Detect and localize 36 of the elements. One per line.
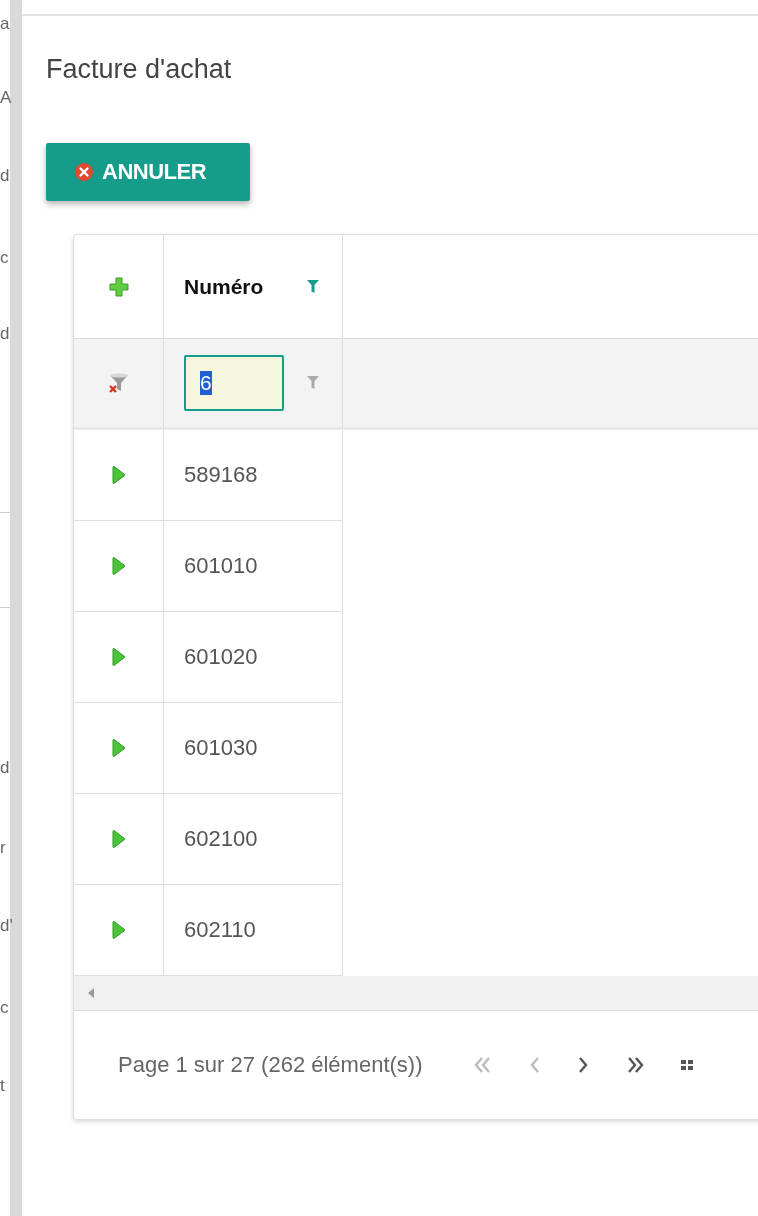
background-text: c (0, 248, 10, 268)
pager-summary: Page 1 sur 27 (262 élément(s)) (118, 1052, 423, 1078)
table-cell: 602100 (184, 826, 258, 852)
horizontal-scrollbar[interactable] (74, 976, 758, 1011)
table-cell: 589168 (184, 462, 258, 488)
column-header[interactable]: Numéro (184, 274, 264, 299)
scroll-left-icon[interactable] (88, 988, 94, 998)
background-text: t (0, 1076, 6, 1096)
background-text: r (0, 838, 7, 858)
background-text: A (0, 88, 10, 108)
close-icon (74, 162, 94, 182)
next-page-icon[interactable] (576, 1056, 589, 1074)
background-text: a (0, 14, 10, 34)
play-icon[interactable] (110, 919, 127, 941)
filter-icon[interactable] (306, 375, 320, 391)
cancel-button[interactable]: ANNULER (46, 143, 250, 201)
table-cell: 601030 (184, 735, 258, 761)
add-icon[interactable] (108, 276, 129, 297)
background-text: d (0, 166, 10, 186)
play-icon[interactable] (110, 646, 127, 668)
background-text: d (0, 758, 10, 778)
background-text: c (0, 998, 10, 1018)
clear-filter-icon[interactable] (106, 371, 131, 395)
filter-icon[interactable] (306, 278, 320, 295)
filter-field[interactable]: 6 (184, 355, 284, 411)
table-cell: 601010 (184, 553, 258, 579)
table-cell: 601020 (184, 644, 258, 670)
play-icon[interactable] (110, 828, 127, 850)
play-icon[interactable] (110, 555, 127, 577)
dialog-title: Facture d'achat (46, 54, 232, 85)
background-text: d (0, 324, 10, 344)
play-icon[interactable] (110, 737, 127, 759)
background-text: d' (0, 916, 10, 936)
play-icon[interactable] (110, 464, 127, 486)
grid-icon[interactable] (680, 1058, 693, 1072)
table-cell: 602110 (184, 917, 256, 943)
